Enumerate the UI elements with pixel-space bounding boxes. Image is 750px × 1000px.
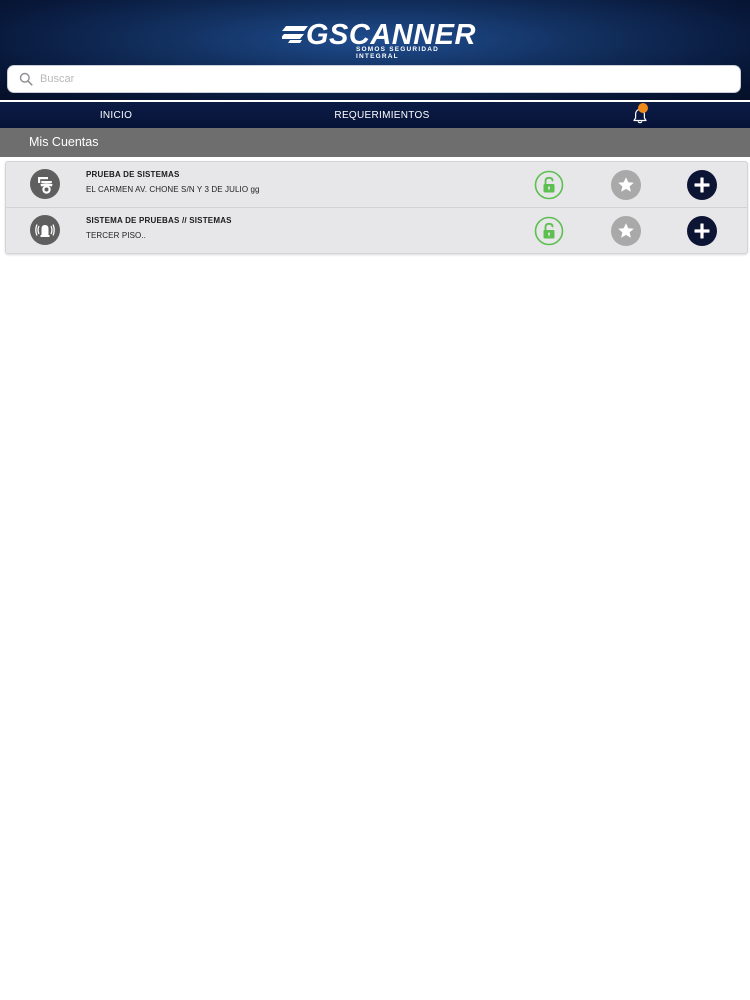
list-item[interactable]: SISTEMA DE PRUEBAS // SISTEMAS TERCER PI… <box>6 208 747 253</box>
plus-icon <box>687 216 717 246</box>
tab-inicio[interactable]: INICIO <box>66 102 166 128</box>
section-title: Mis Cuentas <box>29 135 99 149</box>
notification-badge <box>638 103 648 113</box>
star-icon <box>611 216 641 246</box>
logo-tagline: SOMOS SEGURIDAD INTEGRAL <box>356 46 440 60</box>
list-item[interactable]: PRUEBA DE SISTEMAS EL CARMEN AV. CHONE S… <box>6 162 747 208</box>
alarm-siren-icon <box>30 215 60 245</box>
search-icon <box>19 72 33 86</box>
nav-tabbar: INICIO REQUERIMIENTOS <box>0 100 750 128</box>
unlock-icon <box>534 170 564 200</box>
account-address: TERCER PISO.. <box>86 231 146 240</box>
unlock-icon <box>534 216 564 246</box>
section-header: Mis Cuentas <box>0 128 750 157</box>
search-bar[interactable] <box>8 66 740 92</box>
plus-icon <box>687 170 717 200</box>
unlock-button[interactable] <box>534 216 564 246</box>
account-address: EL CARMEN AV. CHONE S/N Y 3 DE JULIO gg <box>86 185 260 194</box>
app-header: GSCANNER SOMOS SEGURIDAD INTEGRAL <box>0 0 750 100</box>
tab-requerimientos[interactable]: REQUERIMIENTOS <box>312 102 452 128</box>
account-title: PRUEBA DE SISTEMAS <box>86 170 180 179</box>
add-button[interactable] <box>687 170 717 200</box>
search-input[interactable] <box>40 68 730 90</box>
star-icon <box>611 170 641 200</box>
account-title: SISTEMA DE PRUEBAS // SISTEMAS <box>86 216 232 225</box>
favorite-button[interactable] <box>611 170 641 200</box>
cctv-camera-icon <box>30 169 60 199</box>
add-button[interactable] <box>687 216 717 246</box>
accounts-list: PRUEBA DE SISTEMAS EL CARMEN AV. CHONE S… <box>5 161 748 254</box>
favorite-button[interactable] <box>611 216 641 246</box>
unlock-button[interactable] <box>534 170 564 200</box>
app-logo: GSCANNER SOMOS SEGURIDAD INTEGRAL <box>282 18 475 60</box>
notifications-button[interactable] <box>622 102 658 128</box>
